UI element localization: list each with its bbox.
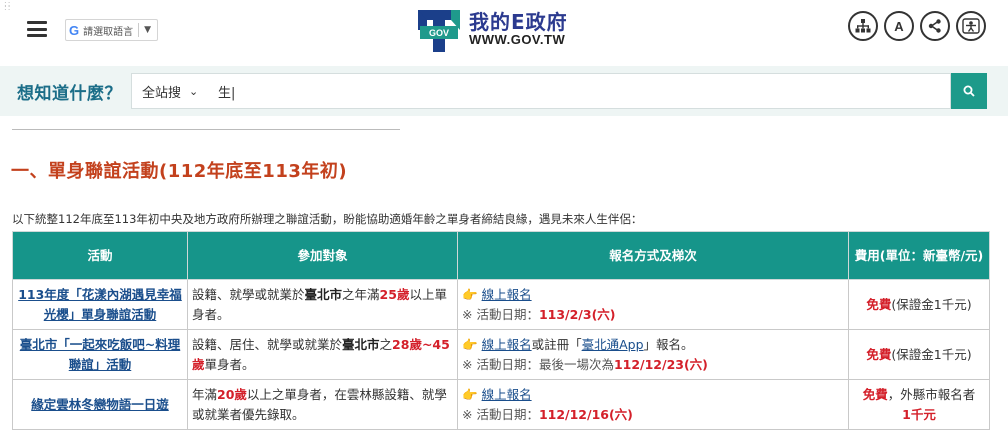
signup-text: 或註冊「: [531, 336, 582, 352]
signup-cell: 👉 線上報名 ※ 活動日期：113/2/3(六): [457, 279, 849, 330]
column-header-signup: 報名方式及梯次: [457, 231, 849, 280]
logo-mark-text: GOV: [429, 28, 449, 38]
fee-cell: 免費，外縣市報名者 1千元: [848, 379, 990, 430]
target-text: 年滿: [192, 386, 218, 402]
search-label: 想知道什麼？: [17, 84, 122, 104]
google-translate-icon: G: [69, 22, 80, 38]
target-cell: 年滿20歲以上之單身者，在雲林縣設籍、就學或就業者優先錄取。: [187, 379, 458, 430]
section-heading: 一、單身聯誼活動(112年底至113年初): [11, 161, 348, 182]
fee-out-of-county: 1千元: [902, 406, 936, 422]
activity-link[interactable]: 113年度「花漾內湖遇見幸福光櫻」單身聯誼活動: [18, 287, 182, 322]
target-age: 25歲: [379, 286, 410, 302]
search-scope-value: 全站搜: [142, 85, 182, 101]
activity-cell: 緣定雲林冬戀物語一日遊: [12, 379, 188, 430]
gov-logo-icon: GOV: [418, 10, 460, 52]
language-selector-label: 請選取語言: [83, 26, 134, 38]
target-city: 臺北市: [342, 336, 380, 352]
fee-free: 免費: [866, 346, 892, 362]
column-header-activity: 活動: [12, 231, 188, 280]
pointing-hand-icon: 👉: [462, 336, 478, 352]
search-bar: 想知道什麼？ 全站搜 ⌄: [0, 66, 1008, 116]
column-header-target: 參加對象: [187, 231, 458, 280]
caret-down-icon: ▼: [144, 25, 152, 35]
language-selector-separator: [138, 23, 140, 37]
hamburger-icon[interactable]: [27, 21, 47, 37]
target-text: 之: [379, 336, 393, 352]
accessibility-button[interactable]: [956, 11, 986, 41]
table-row: 臺北市「一起來吃飯吧~料理聯誼」活動 設籍、居住、就學或就業於臺北市之28歲~4…: [12, 329, 990, 380]
signup-text: 」報名。: [643, 336, 694, 352]
chevron-down-icon: ⌄: [189, 84, 199, 98]
logo-title: 我的E政府: [469, 9, 568, 34]
target-cell: 設籍、居住、就學或就業於臺北市之28歲~45歲單身者。: [187, 329, 458, 380]
section-intro: 以下統整112年底至113年初中央及地方政府所辦理之聯誼活動，盼能協助適婚年齡之…: [12, 212, 643, 226]
language-selector[interactable]: G 請選取語言 ▼: [65, 19, 159, 41]
target-city: 臺北市: [304, 286, 343, 302]
date-prefix: ※ 活動日期：: [462, 406, 539, 422]
date-value: 112/12/16(六): [538, 406, 633, 422]
fee-free: 免費: [866, 296, 892, 312]
fee-cell: 免費(保證金1千元): [848, 329, 990, 380]
signup-cell: 👉 線上報名或註冊「臺北通App」報名。 ※ 活動日期：最後一場次為112/12/…: [457, 329, 849, 380]
content-divider: [12, 129, 400, 130]
font-size-button[interactable]: A: [884, 11, 914, 41]
fee-free: 免費: [862, 386, 888, 402]
search-icon: [963, 85, 975, 97]
share-icon: [928, 19, 941, 33]
fee-note: ，外縣市報名者: [887, 386, 976, 402]
column-header-fee: 費用(單位：新臺幣/元): [848, 231, 990, 280]
font-size-icon: A: [894, 18, 904, 34]
date-prefix: ※ 活動日期：最後一場次為: [462, 356, 614, 372]
header-tools: A: [848, 11, 986, 41]
target-text: 單身者。: [204, 356, 255, 372]
search-box: 全站搜 ⌄: [131, 73, 951, 109]
signup-link[interactable]: 線上報名: [482, 387, 532, 402]
fee-note: (保證金1千元): [891, 346, 972, 362]
table-header-row: 活動 參加對象 報名方式及梯次 費用(單位：新臺幣/元): [12, 231, 990, 280]
taipei-app-link[interactable]: 臺北通App: [582, 337, 644, 352]
target-text: 設籍、居住、就學或就業於: [192, 336, 343, 352]
search-button[interactable]: [951, 73, 987, 109]
signup-link[interactable]: 線上報名: [482, 337, 532, 352]
activity-link[interactable]: 緣定雲林冬戀物語一日遊: [31, 397, 169, 412]
pointing-hand-icon: 👉: [462, 386, 478, 402]
search-input[interactable]: [212, 76, 950, 106]
share-button[interactable]: [920, 11, 950, 41]
date-value: 112/12/23(六): [613, 356, 708, 372]
accessibility-icon: [962, 18, 980, 34]
events-table: 活動 參加對象 報名方式及梯次 費用(單位：新臺幣/元) 113年度「花漾內湖遇…: [12, 231, 990, 430]
activity-cell: 臺北市「一起來吃飯吧~料理聯誼」活動: [12, 329, 188, 380]
target-age: 20歲: [217, 386, 247, 402]
activity-link[interactable]: 臺北市「一起來吃飯吧~料理聯誼」活動: [20, 337, 180, 372]
site-header: G 請選取語言 ▼ GOV 我的E政府 WWW.GOV.TW A: [0, 0, 1008, 58]
date-prefix: ※ 活動日期：: [462, 306, 539, 322]
fee-note: (保證金1千元): [891, 296, 972, 312]
target-cell: 設籍、就學或就業於臺北市之年滿25歲以上單身者。: [187, 279, 458, 330]
site-logo[interactable]: GOV 我的E政府 WWW.GOV.TW: [417, 6, 568, 52]
signup-link[interactable]: 線上報名: [482, 287, 532, 302]
date-value: 113/2/3(六): [538, 306, 616, 322]
target-text: 之年滿: [342, 286, 380, 302]
pointing-hand-icon: 👉: [462, 286, 478, 302]
activity-cell: 113年度「花漾內湖遇見幸福光櫻」單身聯誼活動: [12, 279, 188, 330]
search-scope-select[interactable]: 全站搜 ⌄: [132, 82, 212, 101]
fee-cell: 免費(保證金1千元): [848, 279, 990, 330]
logo-url: WWW.GOV.TW: [469, 31, 566, 47]
sitemap-button[interactable]: [848, 11, 878, 41]
table-row: 113年度「花漾內湖遇見幸福光櫻」單身聯誼活動 設籍、就學或就業於臺北市之年滿2…: [12, 279, 990, 330]
table-row: 緣定雲林冬戀物語一日遊 年滿20歲以上之單身者，在雲林縣設籍、就學或就業者優先錄…: [12, 379, 990, 430]
sitemap-icon: [855, 19, 871, 33]
signup-cell: 👉 線上報名 ※ 活動日期：112/12/16(六): [457, 379, 849, 430]
target-text: 設籍、就學或就業於: [192, 286, 305, 302]
